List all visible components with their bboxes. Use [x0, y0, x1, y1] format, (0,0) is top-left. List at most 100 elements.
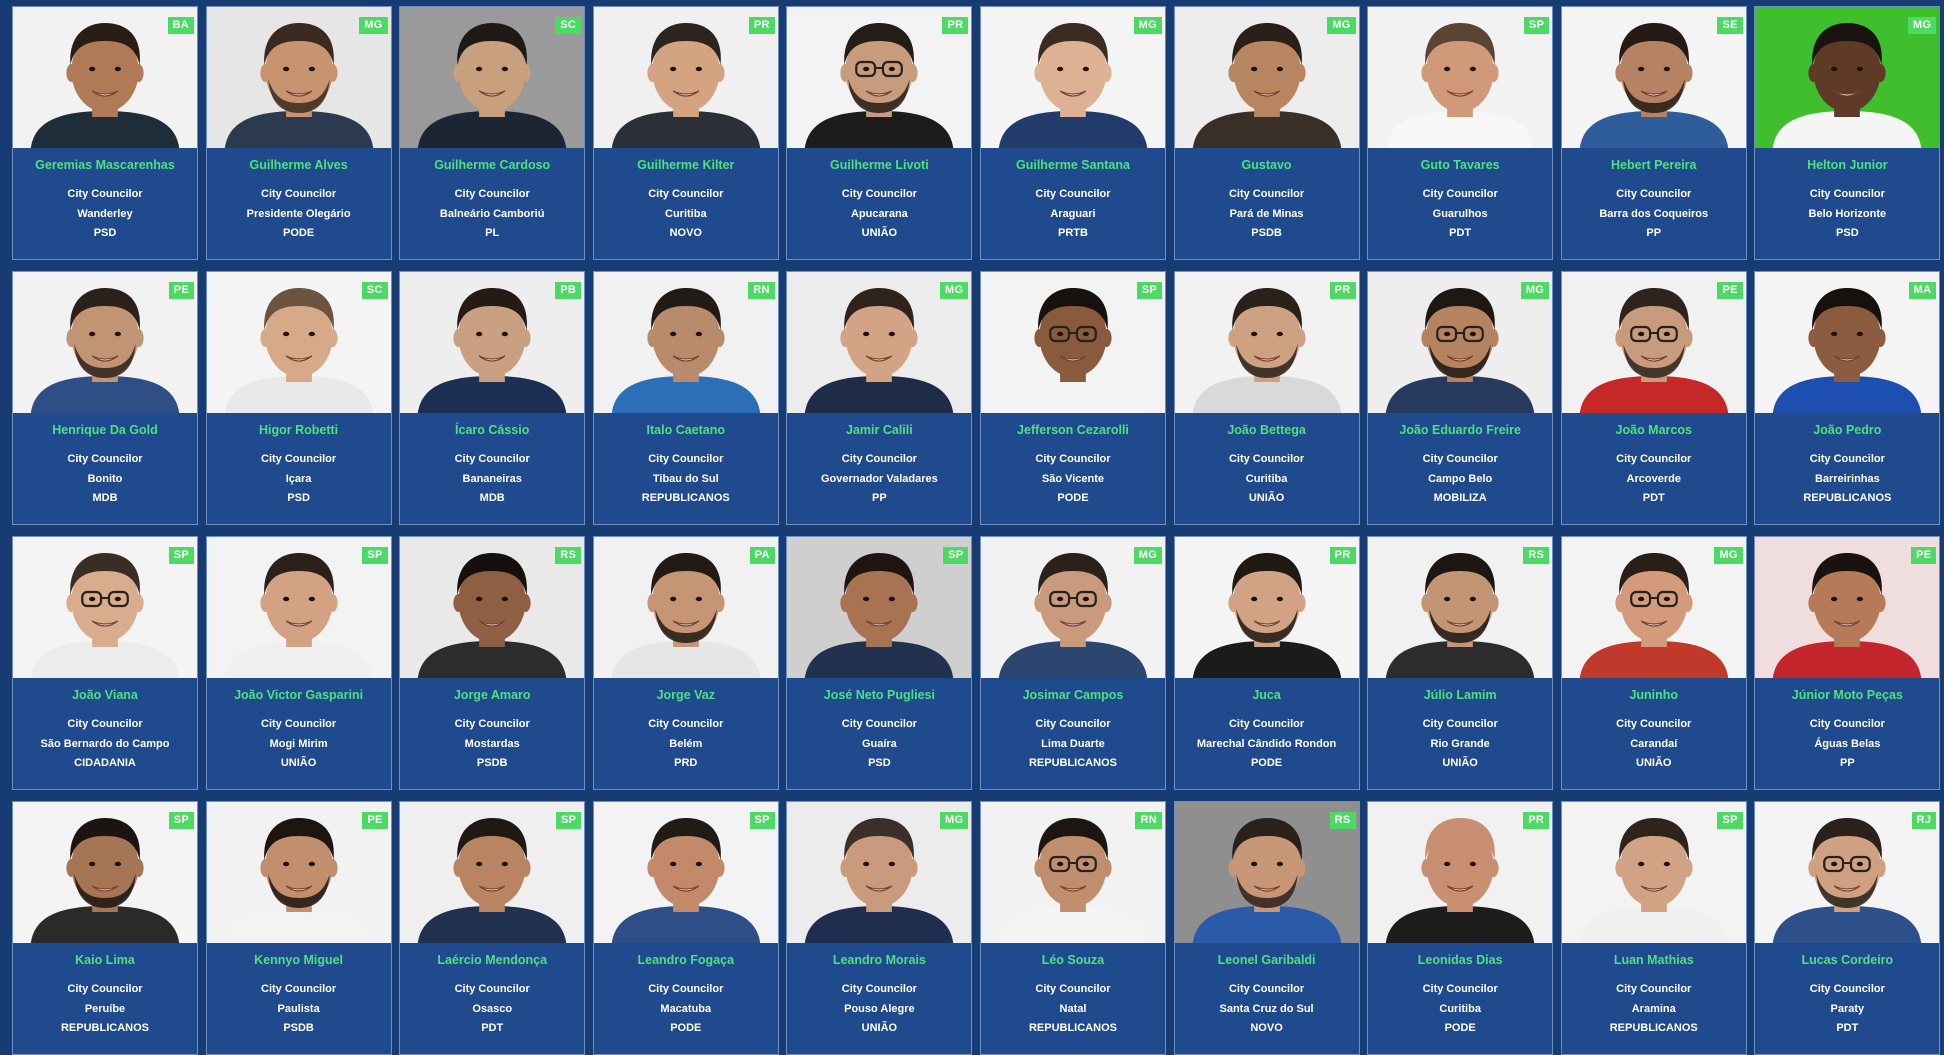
- candidate-photo[interactable]: PE: [206, 802, 391, 943]
- candidate-card[interactable]: PR João Bettega City Councilor Curitiba UNIÃ…: [1173, 271, 1360, 525]
- candidate-photo[interactable]: SP: [1368, 7, 1553, 148]
- candidate-photo[interactable]: PR: [1368, 802, 1553, 943]
- candidate-name[interactable]: Júlio Lamim: [1374, 689, 1546, 715]
- candidate-card[interactable]: PE Júnior Moto Peças City Councilor Águas B…: [1754, 536, 1941, 790]
- candidate-name[interactable]: Higor Robetti: [213, 424, 385, 450]
- candidate-card[interactable]: MG João Eduardo Freire City Councilor Campo…: [1367, 271, 1554, 525]
- candidate-card[interactable]: SP Guto Tavares City Councilor Guarulhos PDT: [1367, 6, 1554, 260]
- candidate-name[interactable]: João Viana: [19, 689, 191, 715]
- candidate-name[interactable]: Leonidas Dias: [1374, 954, 1546, 980]
- candidate-name[interactable]: Lucas Cordeiro: [1761, 954, 1933, 980]
- candidate-photo[interactable]: MG: [1368, 272, 1553, 413]
- candidate-card[interactable]: BA Geremias Mascarenhas City Councilor Wand…: [12, 6, 198, 260]
- candidate-photo[interactable]: PE: [1755, 537, 1940, 678]
- candidate-name[interactable]: Juninho: [1568, 689, 1740, 715]
- candidate-card[interactable]: SP Jefferson Cezarolli City Councilor São V…: [979, 271, 1166, 525]
- candidate-photo[interactable]: SC: [206, 272, 391, 413]
- candidate-card[interactable]: PE Henrique Da Gold City Councilor Bonito MD…: [12, 271, 198, 525]
- candidate-name[interactable]: Gustavo: [1181, 159, 1353, 185]
- candidate-card[interactable]: RS Leonel Garibaldi City Councilor Santa Cr…: [1173, 801, 1360, 1055]
- candidate-name[interactable]: Italo Caetano: [600, 424, 772, 450]
- candidate-photo[interactable]: SP: [980, 272, 1165, 413]
- candidate-name[interactable]: Kennyo Miguel: [213, 954, 385, 980]
- candidate-card[interactable]: RN Léo Souza City Councilor Natal REPUBLICAN…: [979, 801, 1166, 1055]
- candidate-card[interactable]: MG Helton Junior City Councilor Belo Horizo…: [1754, 6, 1941, 260]
- candidate-card[interactable]: PR Guilherme Kilter City Councilor Curitiba…: [592, 6, 779, 260]
- candidate-card[interactable]: SP João Viana City Councilor São Bernardo d…: [12, 536, 198, 790]
- candidate-photo[interactable]: PR: [1174, 537, 1359, 678]
- candidate-name[interactable]: Luan Mathias: [1568, 954, 1740, 980]
- candidate-photo[interactable]: PB: [400, 272, 585, 413]
- candidate-photo[interactable]: MA: [1755, 272, 1940, 413]
- candidate-photo[interactable]: MG: [787, 272, 972, 413]
- candidate-name[interactable]: Guto Tavares: [1374, 159, 1546, 185]
- candidate-photo[interactable]: MG: [1561, 537, 1746, 678]
- candidate-name[interactable]: Guilherme Livoti: [793, 159, 965, 185]
- candidate-photo[interactable]: SC: [400, 7, 585, 148]
- candidate-name[interactable]: Léo Souza: [987, 954, 1159, 980]
- candidate-photo[interactable]: PE: [13, 272, 197, 413]
- candidate-photo[interactable]: RJ: [1755, 802, 1940, 943]
- candidate-card[interactable]: RJ Lucas Cordeiro City Councilor Paraty PDT: [1754, 801, 1941, 1055]
- candidate-photo[interactable]: BA: [13, 7, 197, 148]
- candidate-card[interactable]: MG Gustavo City Councilor Pará de Minas PSDB: [1173, 6, 1360, 260]
- candidate-name[interactable]: Geremias Mascarenhas: [19, 159, 191, 185]
- candidate-name[interactable]: Jamir Calili: [793, 424, 965, 450]
- candidate-card[interactable]: MG Guilherme Alves City Councilor President…: [205, 6, 392, 260]
- candidate-name[interactable]: José Neto Pugliesi: [793, 689, 965, 715]
- candidate-name[interactable]: Leandro Fogaça: [600, 954, 772, 980]
- candidate-photo[interactable]: SP: [206, 537, 391, 678]
- candidate-photo[interactable]: SP: [593, 802, 778, 943]
- candidate-card[interactable]: SP Laércio Mendonça City Councilor Osasco PD…: [399, 801, 586, 1055]
- candidate-card[interactable]: RN Italo Caetano City Councilor Tibau do Su…: [592, 271, 779, 525]
- candidate-name[interactable]: Josimar Campos: [987, 689, 1159, 715]
- candidate-photo[interactable]: MG: [787, 802, 972, 943]
- candidate-card[interactable]: PB Ícaro Cássio City Councilor Bananeiras MD…: [399, 271, 586, 525]
- candidate-photo[interactable]: RN: [593, 272, 778, 413]
- candidate-card[interactable]: RS Jorge Amaro City Councilor Mostardas PSDB: [399, 536, 586, 790]
- candidate-photo[interactable]: MG: [980, 7, 1165, 148]
- candidate-card[interactable]: MA João Pedro City Councilor Barreirinhas RE…: [1754, 271, 1941, 525]
- candidate-card[interactable]: MG Guilherme Santana City Councilor Araguar…: [979, 6, 1166, 260]
- candidate-name[interactable]: Jorge Amaro: [406, 689, 578, 715]
- candidate-photo[interactable]: MG: [1755, 7, 1940, 148]
- candidate-card[interactable]: MG Jamir Calili City Councilor Governador V…: [786, 271, 973, 525]
- candidate-photo[interactable]: RN: [980, 802, 1165, 943]
- candidate-photo[interactable]: RS: [400, 537, 585, 678]
- candidate-card[interactable]: SP José Neto Pugliesi City Councilor Guaíra…: [786, 536, 973, 790]
- candidate-card[interactable]: PA Jorge Vaz City Councilor Belém PRD: [592, 536, 779, 790]
- candidate-card[interactable]: SP Leandro Fogaça City Councilor Macatuba PO…: [592, 801, 779, 1055]
- candidate-card[interactable]: SP Kaio Lima City Councilor Peruíbe REPUBLIC…: [12, 801, 198, 1055]
- candidate-name[interactable]: Jefferson Cezarolli: [987, 424, 1159, 450]
- candidate-name[interactable]: João Bettega: [1181, 424, 1353, 450]
- candidate-name[interactable]: Guilherme Cardoso: [406, 159, 578, 185]
- candidate-photo[interactable]: MG: [206, 7, 391, 148]
- candidate-photo[interactable]: SP: [13, 802, 197, 943]
- candidate-name[interactable]: Guilherme Santana: [987, 159, 1159, 185]
- candidate-name[interactable]: Leandro Morais: [793, 954, 965, 980]
- candidate-photo[interactable]: SP: [787, 537, 972, 678]
- candidate-photo[interactable]: PE: [1561, 272, 1746, 413]
- candidate-photo[interactable]: PR: [787, 7, 972, 148]
- candidate-card[interactable]: SC Higor Robetti City Councilor Içara PSD: [205, 271, 392, 525]
- candidate-photo[interactable]: MG: [1174, 7, 1359, 148]
- candidate-name[interactable]: Juca: [1181, 689, 1353, 715]
- candidate-card[interactable]: MG Leandro Morais City Councilor Pouso Aleg…: [786, 801, 973, 1055]
- candidate-photo[interactable]: RS: [1368, 537, 1553, 678]
- candidate-card[interactable]: RS Júlio Lamim City Councilor Rio Grande UNI…: [1367, 536, 1554, 790]
- candidate-card[interactable]: PE João Marcos City Councilor Arcoverde PDT: [1560, 271, 1747, 525]
- candidate-card[interactable]: SP João Victor Gasparini City Councilor Mog…: [205, 536, 392, 790]
- candidate-card[interactable]: SE Hebert Pereira City Councilor Barra dos …: [1560, 6, 1747, 260]
- candidate-name[interactable]: Laércio Mendonça: [406, 954, 578, 980]
- candidate-name[interactable]: Helton Junior: [1761, 159, 1933, 185]
- candidate-photo[interactable]: PA: [593, 537, 778, 678]
- candidate-name[interactable]: Leonel Garibaldi: [1181, 954, 1353, 980]
- candidate-photo[interactable]: MG: [980, 537, 1165, 678]
- candidate-name[interactable]: Ícaro Cássio: [406, 424, 578, 450]
- candidate-card[interactable]: MG Juninho City Councilor Carandaí UNIÃO: [1560, 536, 1747, 790]
- candidate-name[interactable]: Hebert Pereira: [1568, 159, 1740, 185]
- candidate-card[interactable]: PR Guilherme Livoti City Councilor Apucaran…: [786, 6, 973, 260]
- candidate-name[interactable]: João Marcos: [1568, 424, 1740, 450]
- candidate-name[interactable]: Jorge Vaz: [600, 689, 772, 715]
- candidate-photo[interactable]: SP: [13, 537, 197, 678]
